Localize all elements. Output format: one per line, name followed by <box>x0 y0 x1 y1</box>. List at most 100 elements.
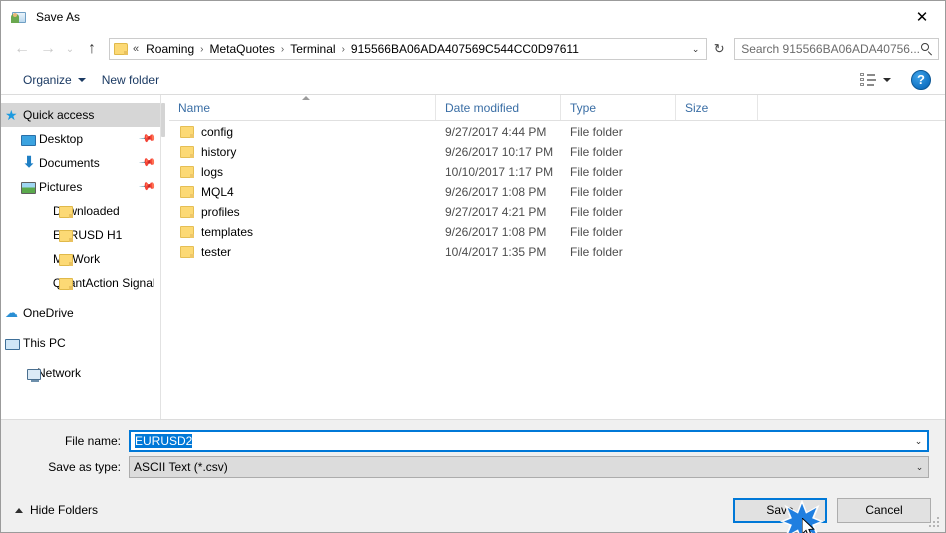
file-name-cell: history <box>169 145 436 159</box>
pin-icon[interactable]: 📌 <box>138 130 156 148</box>
breadcrumb-item-instance[interactable]: 915566BA06ADA407569C544CC0D97611 <box>348 40 582 58</box>
breadcrumb-folder-icon <box>114 43 128 55</box>
dialog-footer: Hide Folders Save Cancel <box>1 488 945 533</box>
breadcrumb-item-terminal[interactable]: Terminal <box>287 40 338 58</box>
computer-icon <box>5 339 20 350</box>
chevron-down-icon[interactable]: ⌄ <box>910 436 927 447</box>
column-header-size[interactable]: Size <box>676 95 758 120</box>
table-row[interactable]: profiles 9/27/2017 4:21 PM File folder <box>169 202 945 222</box>
folder-icon <box>59 278 73 290</box>
save-button[interactable]: Save <box>733 497 827 533</box>
refresh-icon[interactable]: ↻ <box>708 38 730 60</box>
table-row[interactable]: config 9/27/2017 4:44 PM File folder <box>169 122 945 142</box>
close-icon[interactable]: ✕ <box>899 1 945 32</box>
save-as-type-select[interactable]: ASCII Text (*.csv) ⌄ <box>129 456 929 478</box>
resize-grip[interactable] <box>929 517 941 529</box>
column-header-label: Type <box>570 100 597 115</box>
list-view-icon <box>860 73 876 86</box>
file-rows: config 9/27/2017 4:44 PM File folder his… <box>169 121 945 419</box>
breadcrumb-separator-icon[interactable]: › <box>197 44 206 55</box>
desktop-icon <box>21 135 36 146</box>
sidebar-item-documents[interactable]: ⬇ Documents 📌 <box>1 151 160 175</box>
folder-icon <box>180 186 194 198</box>
search-input[interactable]: Search 915566BA06ADA40756... <box>734 38 939 60</box>
file-name-label: profiles <box>201 205 240 219</box>
dialog-body: ★ Quick access Desktop 📌 ⬇ Documents 📌 P… <box>1 95 945 420</box>
sidebar-item-pictures[interactable]: Pictures 📌 <box>1 175 160 199</box>
file-name-input[interactable]: EURUSD2 ⌄ <box>129 430 929 452</box>
navigation-bar: ← → ⌄ ↑ « Roaming › MetaQuotes › Termina… <box>1 33 945 65</box>
cancel-button[interactable]: Cancel <box>837 497 931 523</box>
breadcrumb-item-metaquotes[interactable]: MetaQuotes <box>207 40 278 58</box>
up-button[interactable]: ↑ <box>79 37 105 61</box>
file-name-cell: MQL4 <box>169 185 436 199</box>
sidebar-item-my-work[interactable]: My Work <box>1 247 160 271</box>
pin-icon[interactable]: 📌 <box>138 154 156 172</box>
table-row[interactable]: tester 10/4/2017 1:35 PM File folder <box>169 242 945 262</box>
table-row[interactable]: templates 9/26/2017 1:08 PM File folder <box>169 222 945 242</box>
sidebar-item-desktop[interactable]: Desktop 📌 <box>1 127 160 151</box>
folder-icon <box>180 226 194 238</box>
column-header-date-modified[interactable]: Date modified <box>436 95 561 120</box>
pictures-icon <box>21 182 36 194</box>
breadcrumb-dropdown-icon[interactable]: ⌄ <box>687 39 704 59</box>
table-row[interactable]: MQL4 9/26/2017 1:08 PM File folder <box>169 182 945 202</box>
pin-icon[interactable]: 📌 <box>138 178 156 196</box>
recent-locations-button[interactable]: ⌄ <box>61 37 79 61</box>
file-name-value[interactable]: EURUSD2 <box>131 434 910 448</box>
folder-icon <box>180 166 194 178</box>
sidebar-item-quantaction-signal[interactable]: QuantAction Signal <box>1 271 160 295</box>
file-type-cell: File folder <box>570 205 623 219</box>
file-name-cell: profiles <box>169 205 436 219</box>
window-title: Save As <box>36 10 81 24</box>
mouse-cursor-icon <box>802 517 815 533</box>
sidebar-item-label: Documents <box>39 156 100 170</box>
download-arrow-icon: ⬇ <box>22 154 36 171</box>
splitter-grip[interactable] <box>161 103 165 137</box>
sidebar-item-network[interactable]: Network <box>1 361 160 385</box>
file-date-cell: 9/27/2017 4:44 PM <box>445 125 547 139</box>
breadcrumb[interactable]: « Roaming › MetaQuotes › Terminal › 9155… <box>109 38 708 60</box>
pane-splitter[interactable] <box>161 95 169 419</box>
file-date-cell: 10/10/2017 1:17 PM <box>445 165 554 179</box>
forward-button[interactable]: → <box>35 37 61 61</box>
help-button[interactable]: ? <box>911 69 931 90</box>
sidebar-item-quick-access[interactable]: ★ Quick access <box>1 103 160 127</box>
save-as-icon <box>11 9 27 25</box>
chevron-down-icon[interactable]: ⌄ <box>911 462 928 473</box>
file-type-cell: File folder <box>570 245 623 259</box>
save-as-type-row: Save as type: ASCII Text (*.csv) ⌄ <box>17 456 929 478</box>
cancel-button-label: Cancel <box>865 503 903 517</box>
breadcrumb-separator-icon[interactable]: › <box>278 44 287 55</box>
sidebar-item-downloaded[interactable]: Downloaded <box>1 199 160 223</box>
star-icon: ★ <box>5 107 18 123</box>
sidebar-item-eurusd-h1[interactable]: EURUSD H1 <box>1 223 160 247</box>
cloud-icon: ☁ <box>5 305 18 320</box>
file-name-label: config <box>201 125 234 139</box>
file-type-cell: File folder <box>570 225 623 239</box>
folder-icon <box>180 246 194 258</box>
breadcrumb-separator-icon[interactable]: › <box>339 44 348 55</box>
breadcrumb-item-roaming[interactable]: Roaming <box>143 40 197 58</box>
column-header-type[interactable]: Type <box>561 95 676 120</box>
file-name-label: File name: <box>64 434 121 448</box>
save-as-type-label: Save as type: <box>48 460 121 474</box>
network-icon <box>27 369 41 382</box>
file-name-cell: logs <box>169 165 436 179</box>
breadcrumb-overflow-icon[interactable]: « <box>133 43 139 55</box>
table-row[interactable]: logs 10/10/2017 1:17 PM File folder <box>169 162 945 182</box>
change-view-button[interactable] <box>854 70 897 89</box>
hide-folders-button[interactable]: Hide Folders <box>11 499 102 521</box>
sidebar-item-this-pc[interactable]: This PC <box>1 331 160 355</box>
back-button[interactable]: ← <box>9 37 35 61</box>
sidebar-item-onedrive[interactable]: ☁ OneDrive <box>1 301 160 325</box>
file-type-cell: File folder <box>570 185 623 199</box>
new-folder-button[interactable]: New folder <box>94 69 167 91</box>
table-row[interactable]: history 9/26/2017 10:17 PM File folder <box>169 142 945 162</box>
file-date-cell: 10/4/2017 1:35 PM <box>445 245 547 259</box>
folder-icon <box>59 254 73 266</box>
column-header-name[interactable]: Name <box>169 95 436 120</box>
sidebar-item-label: Quick access <box>23 108 95 122</box>
organize-button[interactable]: Organize <box>15 69 94 91</box>
file-date-cell: 9/26/2017 1:08 PM <box>445 225 547 239</box>
